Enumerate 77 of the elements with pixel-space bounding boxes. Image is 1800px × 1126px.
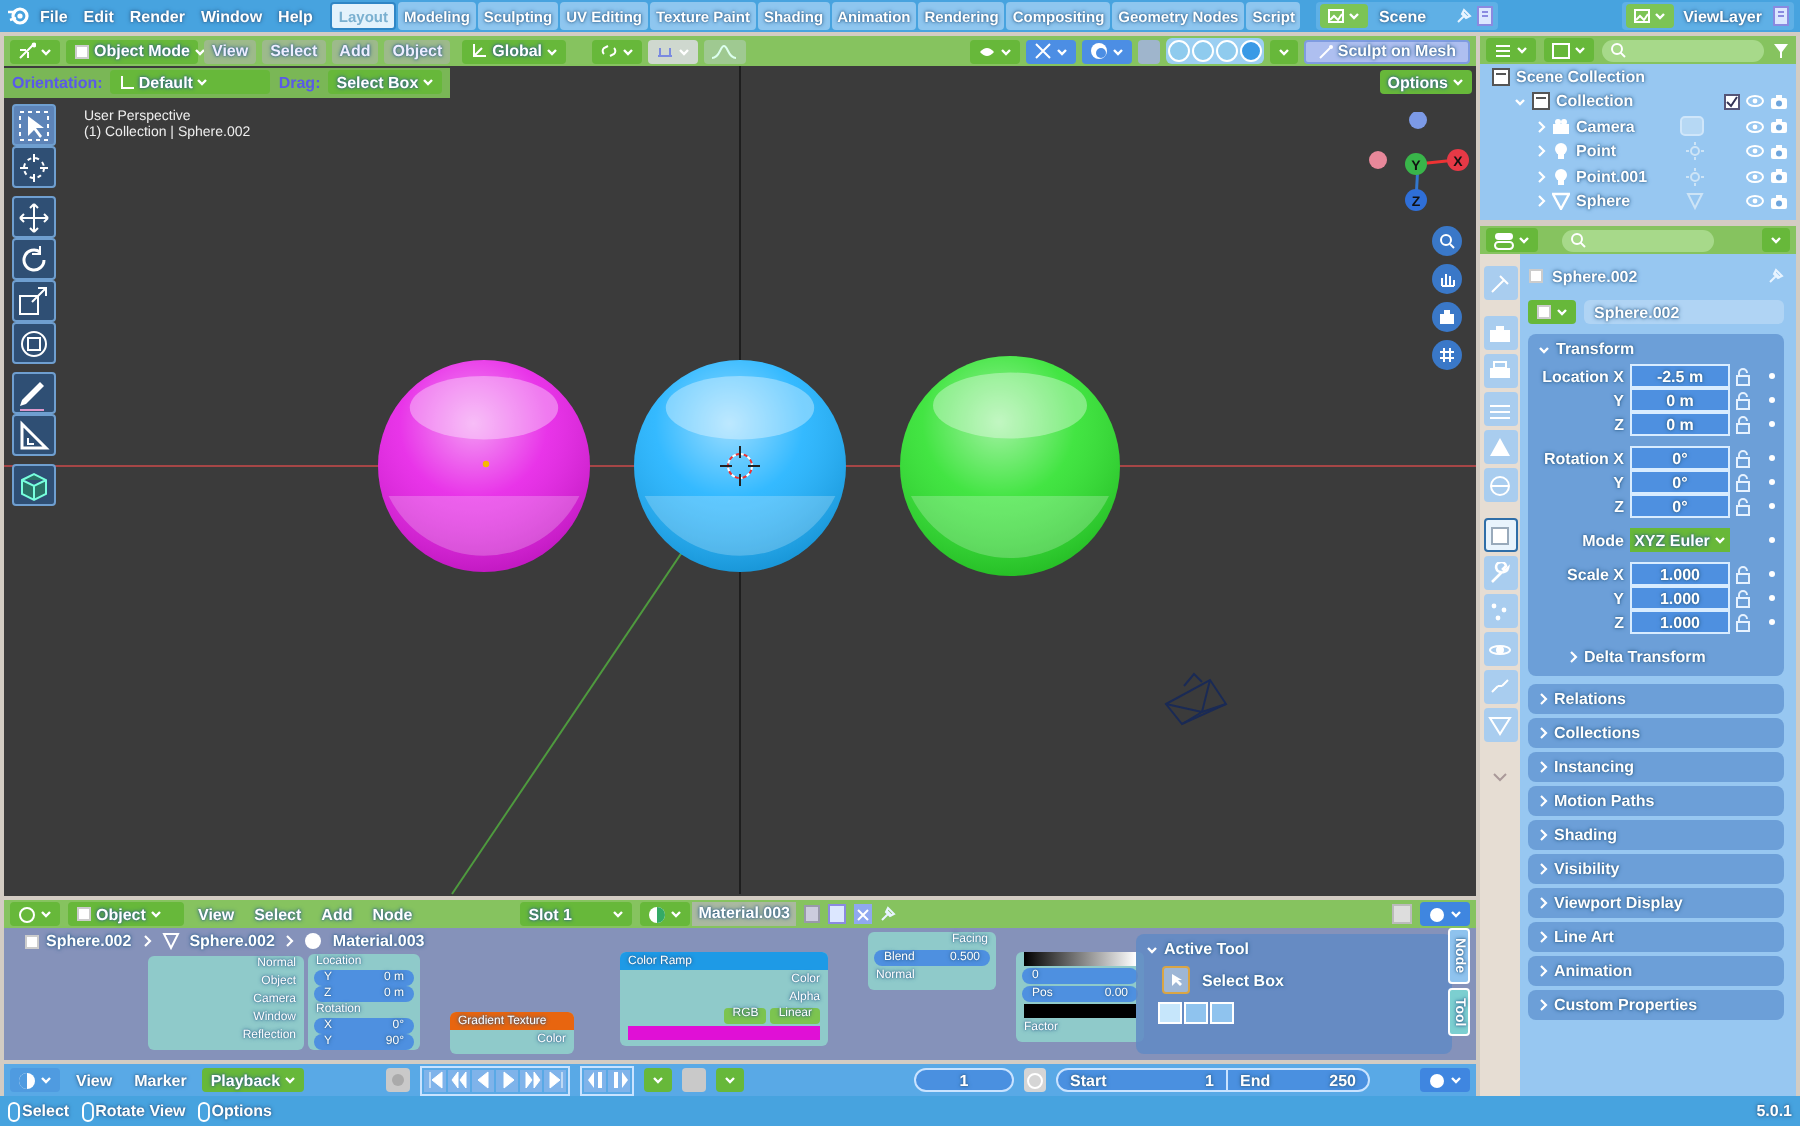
number-field[interactable]: 1.000	[1630, 562, 1730, 586]
mode-dropdown[interactable]: Object Mode	[66, 39, 198, 63]
status-hint: Rotate View	[95, 1102, 186, 1120]
status-hint: Options	[211, 1102, 272, 1120]
menu-item[interactable]: Marker	[128, 1071, 193, 1089]
number-field[interactable]: 0°	[1630, 470, 1730, 494]
orientation-label: Orientation:	[12, 73, 103, 91]
outliner-item[interactable]: Sphere	[1576, 192, 1680, 211]
menu-item[interactable]: Node	[366, 905, 419, 923]
panel-header[interactable]: Line Art	[1528, 922, 1784, 952]
field-label: Y	[1611, 391, 1624, 409]
field-label: Y	[1611, 589, 1624, 607]
number-field[interactable]: 1.000	[1630, 610, 1730, 634]
outliner-item[interactable]: Point.001	[1576, 167, 1680, 186]
field-label: Mode	[1580, 531, 1624, 549]
outliner-item[interactable]: Scene Collection	[1516, 67, 1788, 86]
field-label: Z	[1612, 613, 1624, 631]
object-name: Sphere.002	[1552, 267, 1640, 285]
menu-item[interactable]: File	[34, 7, 74, 25]
menu-item[interactable]: View	[70, 1071, 119, 1089]
field-label: Z	[1612, 497, 1624, 515]
panel-header[interactable]: Shading	[1528, 820, 1784, 850]
options-dropdown[interactable]: Options	[1379, 70, 1472, 94]
current-frame-field[interactable]: 1	[914, 1068, 1014, 1092]
field-label: Scale X	[1565, 565, 1624, 583]
mode-dropdown[interactable]: XYZ Euler	[1630, 528, 1730, 552]
sculpt-on-mesh-button[interactable]: Sculpt on Mesh	[1303, 39, 1470, 63]
breadcrumb-link[interactable]: Sphere.002	[189, 932, 275, 950]
tool-name: Select Box	[1202, 971, 1284, 989]
playback-dropdown[interactable]: Playback	[202, 1068, 305, 1092]
breadcrumb-link[interactable]: Sphere.002	[46, 932, 132, 950]
outliner-item[interactable]: Camera	[1576, 117, 1674, 136]
outliner-item[interactable]: Collection	[1556, 92, 1718, 111]
menu-item[interactable]: Add	[331, 39, 379, 63]
panel-header[interactable]: Visibility	[1528, 854, 1784, 884]
slot-dropdown[interactable]: Slot 1	[520, 902, 633, 926]
subpanel-title[interactable]: Delta Transform	[1584, 648, 1706, 666]
panel-header[interactable]: Motion Paths	[1528, 786, 1784, 816]
breadcrumb-link[interactable]: Material.003	[332, 932, 425, 950]
number-field[interactable]: 1.000	[1630, 586, 1730, 610]
menu-item[interactable]: Render	[123, 7, 191, 25]
number-field[interactable]: 0°	[1630, 494, 1730, 518]
outliner-item[interactable]: Point	[1576, 142, 1680, 161]
panel-header[interactable]: Animation	[1528, 956, 1784, 986]
menu-item[interactable]: Object	[384, 39, 451, 63]
menu-item[interactable]: View	[204, 39, 257, 63]
version-label: 5.0.1	[1756, 1102, 1792, 1120]
status-hint: Select	[22, 1102, 70, 1120]
transform-orientation-dropdown[interactable]: Default	[110, 70, 271, 94]
panel-header[interactable]: Collections	[1528, 718, 1784, 748]
menu-item[interactable]: Window	[194, 7, 269, 25]
menu-item[interactable]: Edit	[77, 7, 120, 25]
number-field[interactable]: -2.5 m	[1630, 364, 1730, 388]
menu-item[interactable]: View	[192, 905, 241, 923]
panel-header[interactable]: Instancing	[1528, 752, 1784, 782]
drag-tool-dropdown[interactable]: Select Box	[328, 70, 443, 94]
number-field[interactable]: 0°	[1630, 446, 1730, 470]
material-name-field[interactable]: Material.003	[692, 902, 796, 926]
panel-title[interactable]: Transform	[1556, 340, 1635, 358]
menu-item[interactable]: Select	[262, 39, 326, 63]
number-field[interactable]: 0 m	[1630, 388, 1730, 412]
field-label: Rotation X	[1542, 449, 1624, 467]
field-label: Location X	[1540, 367, 1624, 385]
panel-header[interactable]: Viewport Display	[1528, 888, 1784, 918]
orientation-dropdown[interactable]: Global	[462, 39, 567, 63]
menu-item[interactable]: Add	[315, 905, 359, 923]
drag-label: Drag:	[278, 73, 321, 91]
name-field[interactable]: Sphere.002	[1584, 300, 1784, 324]
field-label: Y	[1611, 473, 1624, 491]
panel-title: Active Tool	[1164, 940, 1250, 958]
object-dropdown[interactable]: Object	[68, 902, 184, 926]
panel-header[interactable]: Custom Properties	[1528, 990, 1784, 1020]
field-label: Z	[1612, 415, 1624, 433]
menu-item[interactable]: Select	[248, 905, 308, 923]
menu-item[interactable]: Help	[272, 7, 319, 25]
panel-header[interactable]: Relations	[1528, 684, 1784, 714]
number-field[interactable]: 0 m	[1630, 412, 1730, 436]
